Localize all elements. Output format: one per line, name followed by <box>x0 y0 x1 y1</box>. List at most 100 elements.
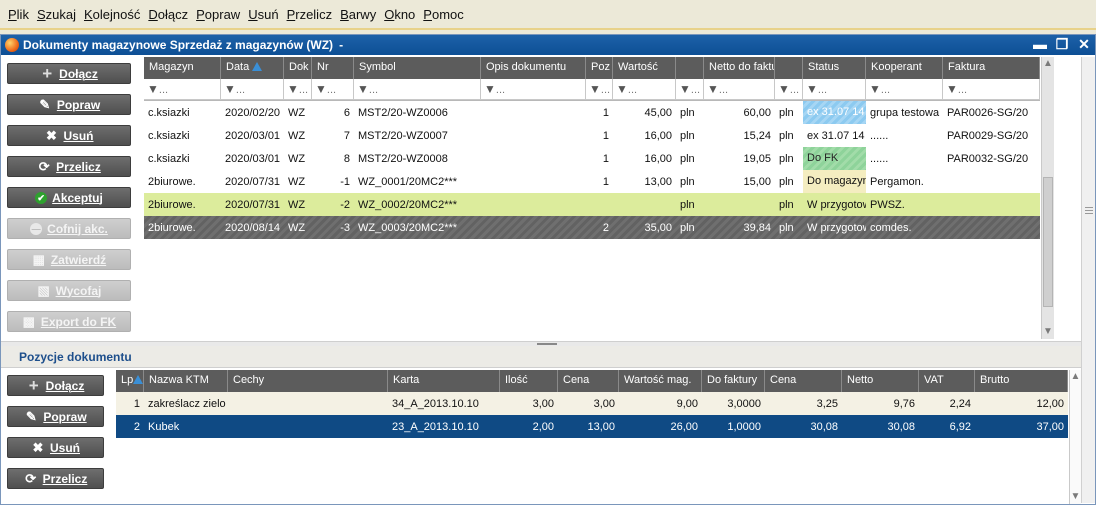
table-row[interactable]: 2biurowe. 2020/07/31 WZ -2 WZ_0002/20MC2… <box>144 193 1040 216</box>
filter-cell[interactable]: ▼... <box>221 79 284 100</box>
table-row[interactable]: c.ksiazki 2020/03/01 WZ 8 MST2/20-WZ0008… <box>144 147 1040 170</box>
col-faktura[interactable]: Faktura <box>943 57 1040 79</box>
table-row[interactable]: c.ksiazki 2020/03/01 WZ 7 MST2/20-WZ0007… <box>144 124 1040 147</box>
col-vat[interactable]: VAT <box>919 370 975 392</box>
window-scrollbar[interactable] <box>1081 57 1095 503</box>
filter-cell[interactable]: ▼... <box>704 79 775 100</box>
col-netto[interactable]: Netto do faktu <box>704 57 775 79</box>
col-opis[interactable]: Opis dokumentu <box>481 57 586 79</box>
table-row[interactable]: c.ksiazki 2020/02/20 WZ 6 MST2/20-WZ0006… <box>144 101 1040 124</box>
position-edit-button[interactable]: ✎ Popraw <box>7 406 104 427</box>
scroll-down-icon[interactable]: ▼ <box>1042 325 1054 339</box>
col-currency-2[interactable] <box>775 57 803 79</box>
table-row[interactable]: 2biurowe. 2020/07/31 WZ -1 WZ_0001/20MC2… <box>144 170 1040 193</box>
col-magazyn[interactable]: Magazyn <box>144 57 221 79</box>
undo-accept-button[interactable]: — Cofnij akc. <box>7 218 131 239</box>
filter-cell[interactable]: ▼... <box>613 79 676 100</box>
window-titlebar[interactable]: Dokumenty magazynowe Sprzedaż z magazynó… <box>1 35 1095 55</box>
menu-przelicz[interactable]: Przelicz <box>283 7 337 22</box>
col-ilosc[interactable]: Ilość <box>500 370 558 392</box>
col-dok[interactable]: Dok <box>284 57 312 79</box>
cell-wartosc: 13,00 <box>644 175 672 188</box>
cell-poz: 2 <box>602 221 609 234</box>
col-data[interactable]: Data <box>221 57 284 79</box>
cell-dok: WZ <box>288 129 306 142</box>
scroll-up-icon[interactable]: ▲ <box>1070 370 1081 384</box>
plus-icon: + <box>42 63 53 83</box>
col-poz[interactable]: Poz <box>586 57 613 79</box>
cell-cena: 3,00 <box>593 397 615 410</box>
col-cena-2[interactable]: Cena <box>765 370 842 392</box>
add-button[interactable]: + Dołącz <box>7 63 131 84</box>
cell-karta: 34_A_2013.10.10 <box>392 397 479 410</box>
scroll-thumb[interactable] <box>1043 177 1053 307</box>
menu-usun[interactable]: Usuń <box>244 7 282 22</box>
filter-row: ▼... ▼... ▼... ▼... ▼... ▼... ▼... ▼... … <box>144 79 1040 101</box>
accept-button[interactable]: ✔ Akceptuj <box>7 187 131 208</box>
menu-dolacz[interactable]: Dołącz <box>144 7 192 22</box>
scroll-up-icon[interactable]: ▲ <box>1042 57 1054 71</box>
export-fk-button[interactable]: ▩ Export do FK <box>7 311 131 332</box>
filter-cell[interactable]: ▼... <box>354 79 481 100</box>
col-do-faktury[interactable]: Do faktury <box>702 370 765 392</box>
col-karta[interactable]: Karta <box>388 370 500 392</box>
position-delete-button[interactable]: ✖ Usuń <box>7 437 104 458</box>
filter-cell[interactable]: ▼... <box>676 79 704 100</box>
recalculate-button[interactable]: ⟳ Przelicz <box>7 156 131 177</box>
col-nr[interactable]: Nr <box>312 57 354 79</box>
position-add-button[interactable]: + Dołącz <box>7 375 104 396</box>
edit-button[interactable]: ✎ Popraw <box>7 94 131 115</box>
cell-magazyn: c.ksiazki <box>148 129 190 142</box>
approve-button[interactable]: ▦ Zatwierdź <box>7 249 131 270</box>
menu-okno[interactable]: Okno <box>380 7 419 22</box>
filter-cell[interactable]: ▼... <box>312 79 354 100</box>
cell-poz: 1 <box>602 106 609 119</box>
restore-icon[interactable]: ❐ <box>1055 37 1069 51</box>
col-wartosc[interactable]: Wartość <box>613 57 676 79</box>
withdraw-button[interactable]: ▧ Wycofaj <box>7 280 131 301</box>
menu-popraw[interactable]: Popraw <box>192 7 244 22</box>
col-kooperant[interactable]: Kooperant <box>866 57 943 79</box>
filter-cell[interactable]: ▼... <box>803 79 866 100</box>
scroll-down-icon[interactable]: ▼ <box>1070 490 1081 504</box>
filter-icon: ▼ <box>357 82 369 96</box>
col-cena[interactable]: Cena <box>558 370 619 392</box>
table-row[interactable]: 1 zakreślacz zielo 34_A_2013.10.10 3,00 … <box>116 392 1068 415</box>
menu-pomoc[interactable]: Pomoc <box>419 7 467 22</box>
cell-brutto: 12,00 <box>1036 397 1064 410</box>
filter-cell[interactable]: ▼... <box>481 79 586 100</box>
cell-ilosc: 2,00 <box>532 420 554 433</box>
filter-cell[interactable]: ▼... <box>284 79 312 100</box>
menu-barwy[interactable]: Barwy <box>336 7 380 22</box>
documents-scrollbar[interactable]: ▲ ▼ <box>1041 57 1054 339</box>
filter-cell[interactable]: ▼... <box>586 79 613 100</box>
menu-plik[interactable]: Plik <box>4 7 33 22</box>
filter-cell[interactable]: ▼... <box>144 79 221 100</box>
cell-currency: pln <box>779 152 794 165</box>
col-currency-1[interactable] <box>676 57 704 79</box>
col-wartosc-mag[interactable]: Wartość mag. <box>619 370 702 392</box>
menu-kolejnosc[interactable]: Kolejność <box>80 7 144 22</box>
positions-scrollbar[interactable]: ▲ ▼ <box>1069 370 1081 504</box>
col-netto[interactable]: Netto <box>842 370 919 392</box>
col-cechy[interactable]: Cechy <box>228 370 388 392</box>
close-icon[interactable]: ✕ <box>1077 37 1091 51</box>
col-lp[interactable]: Lp <box>116 370 144 392</box>
cell-dok: WZ <box>288 198 306 211</box>
filter-cell[interactable]: ▼... <box>775 79 803 100</box>
table-row-selected[interactable]: 2biurowe. 2020/08/14 WZ -3 WZ_0003/20MC2… <box>144 216 1040 239</box>
position-recalculate-button[interactable]: ⟳ Przelicz <box>7 468 104 489</box>
col-status[interactable]: Status <box>803 57 866 79</box>
menu-szukaj[interactable]: Szukaj <box>33 7 80 22</box>
col-brutto[interactable]: Brutto <box>975 370 1068 392</box>
filter-cell[interactable]: ▼... <box>866 79 943 100</box>
delete-button[interactable]: ✖ Usuń <box>7 125 131 146</box>
menu-bar: Plik Szukaj Kolejność Dołącz Popraw Usuń… <box>0 0 1096 30</box>
filter-cell[interactable]: ▼... <box>943 79 1040 100</box>
cell-magazyn: 2biurowe. <box>148 198 196 211</box>
withdraw-button-label: Wycofaj <box>55 283 102 298</box>
col-nazwa-ktm[interactable]: Nazwa KTM <box>144 370 228 392</box>
col-symbol[interactable]: Symbol <box>354 57 481 79</box>
table-row-selected[interactable]: 2 Kubek 23_A_2013.10.10 2,00 13,00 26,00… <box>116 415 1068 438</box>
minimize-icon[interactable]: ▬ <box>1033 37 1047 51</box>
